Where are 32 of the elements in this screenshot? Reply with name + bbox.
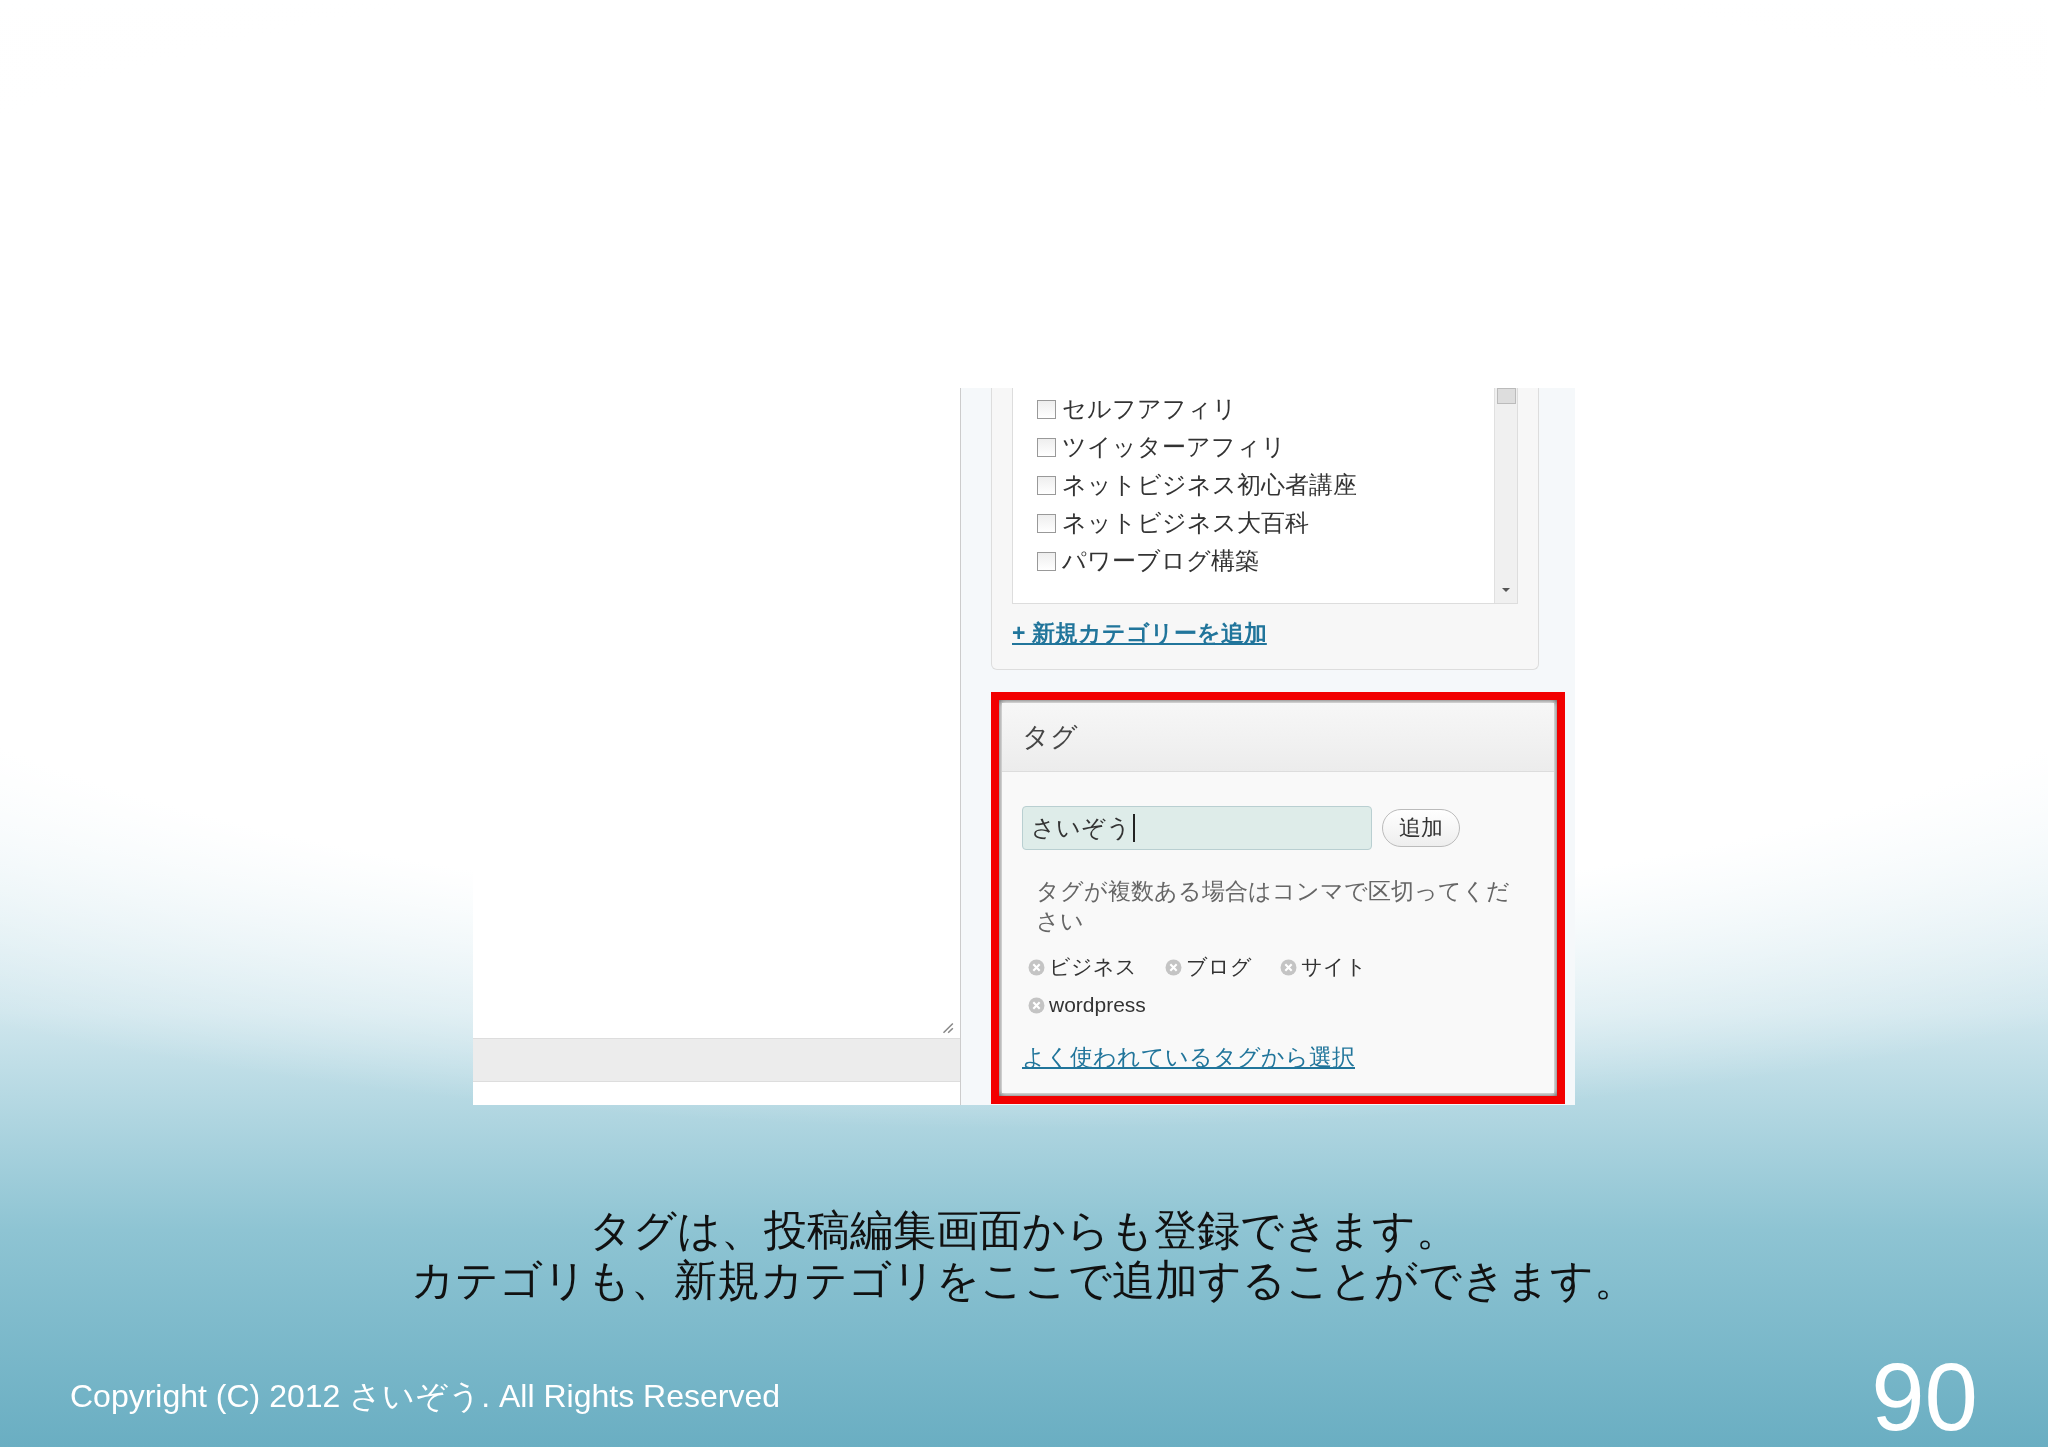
panel-title: タグ xyxy=(1022,721,1078,754)
remove-icon[interactable] xyxy=(1165,958,1182,976)
category-label: ネットビジネス大百科 xyxy=(1062,508,1309,538)
remove-icon[interactable] xyxy=(1280,958,1297,976)
remove-icon[interactable] xyxy=(1028,958,1045,976)
checkbox[interactable] xyxy=(1037,513,1056,533)
remove-icon[interactable] xyxy=(1028,996,1045,1014)
page-number: 90 xyxy=(1871,1347,1978,1447)
checkbox[interactable] xyxy=(1037,475,1056,495)
tag-label: wordpress xyxy=(1049,993,1146,1017)
scrollbar[interactable] xyxy=(1494,388,1517,603)
tag-input-field[interactable]: さいぞう xyxy=(1022,806,1372,850)
checkbox[interactable] xyxy=(1037,551,1056,571)
resize-grip-icon[interactable] xyxy=(940,1020,954,1034)
copyright-text: Copyright (C) 2012 さいぞう. All Rights Reserved xyxy=(70,1377,780,1416)
category-label: ツイッターアフィリ xyxy=(1062,432,1286,462)
popular-tags-link[interactable]: よく使われているタグから選択 xyxy=(1022,1042,1355,1073)
tag-label: ビジネス xyxy=(1049,954,1137,980)
hint-text: タグが複数ある場合はコンマで区切ってください xyxy=(1036,877,1511,936)
scroll-down-icon[interactable] xyxy=(1501,587,1511,593)
category-label: セルフアフィリ xyxy=(1062,394,1237,424)
add-category-link[interactable]: + 新規カテゴリーを追加 xyxy=(1012,618,1267,649)
tag-label: ブログ xyxy=(1186,954,1252,980)
add-button[interactable]: 追加 xyxy=(1382,809,1460,847)
tag-label: サイト xyxy=(1301,954,1367,980)
caption-text: カテゴリも、新規カテゴリをここで追加することができます。 xyxy=(411,1255,1637,1305)
checkbox[interactable] xyxy=(1037,437,1056,457)
category-label: パワーブログ構築 xyxy=(1062,546,1259,576)
category-label: ネットビジネス初心者講座 xyxy=(1062,470,1357,500)
caption-text: タグは、投稿編集画面からも登録できます。 xyxy=(589,1205,1459,1255)
scrollbar-thumb[interactable] xyxy=(1497,388,1516,404)
checkbox[interactable] xyxy=(1037,399,1056,419)
